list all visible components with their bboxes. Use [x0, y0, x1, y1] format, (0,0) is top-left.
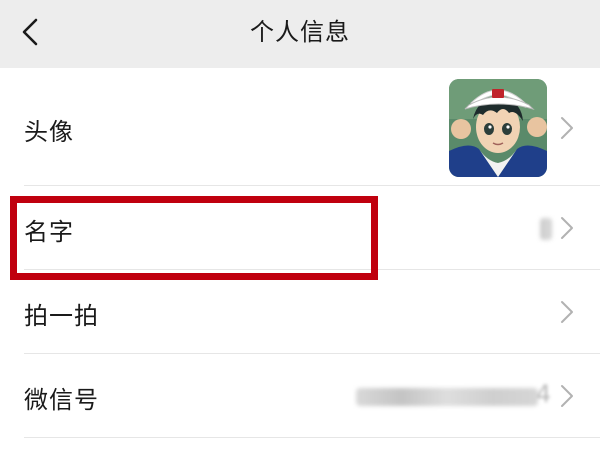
row-label: 拍一拍: [24, 302, 99, 330]
chevron-right-icon: [561, 217, 573, 239]
avatar-image: [449, 79, 547, 177]
row-wechat-id[interactable]: 微信号 4: [0, 354, 600, 438]
highlight-box: [10, 196, 378, 280]
wechat-id-value-blurred: [356, 388, 538, 406]
divider: [24, 437, 600, 438]
chevron-right-icon: [561, 385, 573, 407]
chevron-right-icon: [561, 301, 573, 323]
row-pat[interactable]: 拍一拍: [0, 270, 600, 354]
row-label: 头像: [24, 118, 74, 146]
chevron-right-icon: [561, 117, 573, 139]
navigation-bar: 个人信息: [0, 0, 600, 68]
page-title: 个人信息: [250, 18, 350, 46]
row-label: 微信号: [24, 386, 99, 414]
avatar[interactable]: [449, 79, 547, 177]
name-value-blurred: [540, 218, 552, 240]
wechat-id-tail: 4: [535, 380, 552, 408]
row-avatar[interactable]: 头像: [0, 68, 600, 186]
